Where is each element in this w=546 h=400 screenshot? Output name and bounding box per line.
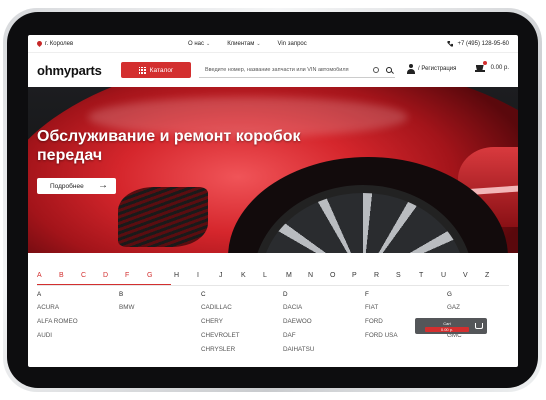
alphabet-letter-b[interactable]: B [59, 272, 64, 279]
brand-link[interactable]: DAF [283, 329, 314, 343]
floating-cart-sum: 0.00 р. [425, 326, 469, 332]
brand-link[interactable]: BMW [119, 301, 134, 315]
arrow-right-icon: → [98, 180, 108, 191]
cart-total: 0.00 р. [490, 65, 509, 71]
location-pin-icon [35, 39, 44, 48]
alphabet-letter-t[interactable]: T [419, 272, 423, 279]
alphabet-letter-l[interactable]: L [263, 272, 267, 279]
brand-column-a: A ACURA ALFA ROMEO AUDI [37, 289, 78, 343]
brand-link[interactable]: DACIA [283, 301, 314, 315]
history-icon[interactable] [373, 66, 379, 73]
brand-link[interactable]: GAZ [447, 301, 468, 315]
brand-link[interactable]: FORD USA [365, 329, 398, 343]
alphabet-active-underline [37, 284, 171, 285]
alphabet-letter-g[interactable]: G [147, 272, 152, 279]
basket-icon [475, 323, 483, 329]
brand-column-g: GGAZGEELYGMC [447, 289, 468, 343]
hero-more-label: Подробнее [50, 182, 84, 190]
floating-cart-label: Cart [443, 320, 451, 326]
alphabet-letter-c[interactable]: C [81, 272, 86, 279]
hero-more-button[interactable]: Подробнее → [37, 178, 116, 194]
register-label: / Регистрация [418, 66, 457, 72]
top-nav-about[interactable]: О нас ⌄ [188, 41, 210, 47]
catalog-label: Каталог [149, 66, 174, 74]
header: ohmyparts Каталог Введите номер, названи… [28, 53, 518, 87]
brand-link[interactable]: ACURA [37, 301, 78, 315]
grid-icon [138, 66, 146, 74]
alphabet-letter-v[interactable]: V [463, 272, 468, 279]
brand-column-d: D DACIA DAEWOO DAF DAIHATSU [283, 289, 314, 357]
city-selector[interactable]: г. Королев [35, 39, 74, 48]
car-vent [118, 187, 208, 247]
top-nav: О нас ⌄ Клиентам ⌄ Vin запрос [188, 41, 307, 47]
chevron-down-icon: ⌄ [256, 40, 261, 47]
alphabet-letter-n[interactable]: N [308, 272, 313, 279]
alphabet-filter: ABCDFGHIJKLMNOPRSTUVZ [28, 267, 518, 287]
brand-column-letter: G [447, 291, 452, 298]
hero-banner: Обслуживание и ремонт коробок передач По… [28, 87, 518, 253]
alphabet-letter-p[interactable]: P [352, 272, 357, 279]
hero-title: Обслуживание и ремонт коробок передач [37, 128, 301, 164]
tablet-frame: г. Королев О нас ⌄ Клиентам ⌄ Vin запрос +… [3, 8, 542, 392]
brand-column-b: B BMW [119, 289, 134, 315]
brand-link[interactable]: CHEVROLET [201, 329, 240, 343]
brand-link[interactable]: FIAT [365, 301, 398, 315]
catalog-button[interactable]: Каталог [121, 62, 191, 78]
top-nav-vin[interactable]: Vin запрос [278, 41, 307, 47]
brand-link[interactable]: FORD [365, 315, 398, 329]
brand-link[interactable]: CADILLAC [201, 301, 240, 315]
phone-link[interactable]: +7 (495) 128-95-60 [447, 40, 509, 47]
alphabet-letter-h[interactable]: H [174, 272, 179, 279]
brand-link[interactable]: CHRYSLER [201, 343, 240, 357]
brand-column-c: C CADILLAC CHERY CHEVROLET CHRYSLER [201, 289, 240, 357]
phone-icon [447, 40, 454, 47]
top-nav-clients[interactable]: Клиентам ⌄ [227, 41, 260, 47]
chevron-down-icon: ⌄ [205, 40, 211, 47]
alphabet-letter-z[interactable]: Z [485, 272, 489, 279]
brand-column-f: F FIAT FORD FORD USA [365, 289, 398, 343]
search-input[interactable]: Введите номер, название запчасти или VIN… [199, 62, 395, 78]
alphabet-letter-i[interactable]: I [197, 272, 199, 279]
alphabet-letter-s[interactable]: S [396, 272, 401, 279]
top-nav-about-label: О нас [188, 40, 204, 47]
brand-link[interactable]: CHERY [201, 315, 240, 329]
alphabet-letter-k[interactable]: K [241, 272, 246, 279]
cart-badge [482, 61, 487, 65]
brand-link[interactable]: DAIHATSU [283, 343, 314, 357]
top-nav-clients-label: Клиентам [227, 40, 255, 47]
register-link[interactable]: / Регистрация [407, 64, 456, 74]
search-placeholder: Введите номер, название запчасти или VIN… [205, 66, 349, 73]
search-icon[interactable] [386, 66, 392, 73]
alphabet-letter-m[interactable]: M [286, 272, 292, 279]
brand-link[interactable]: AUDI [37, 329, 78, 343]
cart-icon [474, 61, 487, 72]
user-icon [407, 64, 415, 74]
brand-column-letter: F [365, 291, 369, 298]
brand-column-letter: D [283, 291, 288, 298]
brand-link[interactable]: DAEWOO [283, 315, 314, 329]
alphabet-letter-f[interactable]: F [125, 272, 129, 279]
brand-column-letter: A [37, 291, 42, 298]
top-bar: г. Королев О нас ⌄ Клиентам ⌄ Vin запрос +… [28, 35, 518, 53]
alphabet-letter-a[interactable]: A [37, 272, 42, 279]
brand-column-letter: C [201, 291, 206, 298]
phone-number: +7 (495) 128-95-60 [457, 40, 509, 47]
floating-cart-info: Cart 0.00 р. [419, 321, 475, 332]
alphabet-letter-u[interactable]: U [441, 272, 446, 279]
brand-column-letter: B [119, 291, 124, 298]
floating-cart[interactable]: Cart 0.00 р. [415, 318, 487, 334]
alphabet-divider [37, 285, 509, 286]
alphabet-letter-r[interactable]: R [374, 272, 379, 279]
logo[interactable]: ohmyparts [37, 63, 102, 78]
cart-button[interactable]: 0.00 р. [474, 61, 509, 72]
brand-link[interactable]: ALFA ROMEO [37, 315, 78, 329]
alphabet-letter-d[interactable]: D [103, 272, 108, 279]
alphabet-letter-j[interactable]: J [219, 272, 223, 279]
city-label: г. Королев [45, 40, 74, 47]
alphabet-letter-o[interactable]: O [330, 272, 335, 279]
